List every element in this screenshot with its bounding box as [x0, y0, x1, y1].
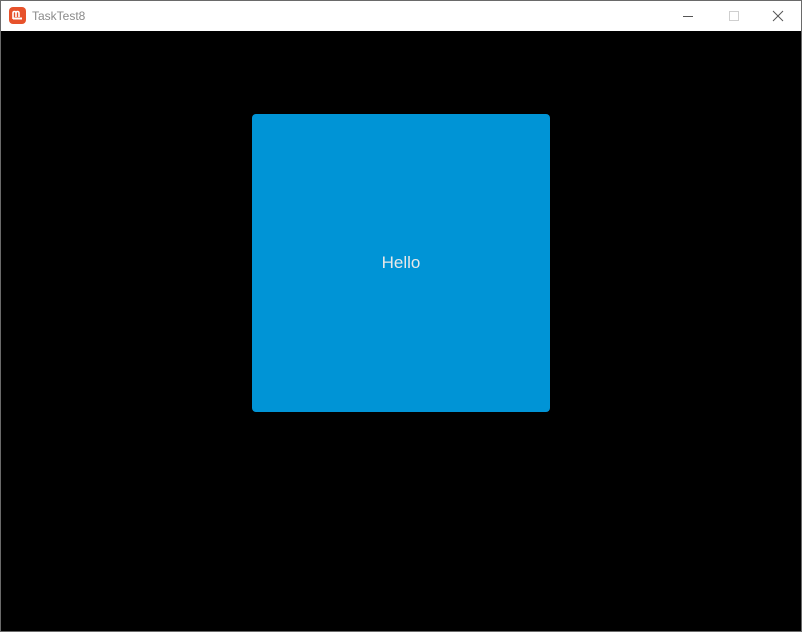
- hello-label: Hello: [381, 253, 421, 272]
- minimize-button[interactable]: [665, 1, 711, 31]
- hello-panel[interactable]: Hello: [252, 114, 550, 412]
- minimize-icon: [683, 16, 693, 17]
- maximize-icon: [729, 11, 739, 21]
- monogame-logo-icon: [9, 7, 26, 24]
- maximize-button[interactable]: [711, 1, 757, 31]
- game-canvas[interactable]: Hello: [1, 31, 801, 631]
- close-icon: [772, 10, 784, 22]
- title-bar[interactable]: TaskTest8: [1, 1, 801, 31]
- window-title: TaskTest8: [32, 9, 86, 23]
- close-button[interactable]: [755, 1, 801, 31]
- app-window: TaskTest8 Hello: [0, 0, 802, 632]
